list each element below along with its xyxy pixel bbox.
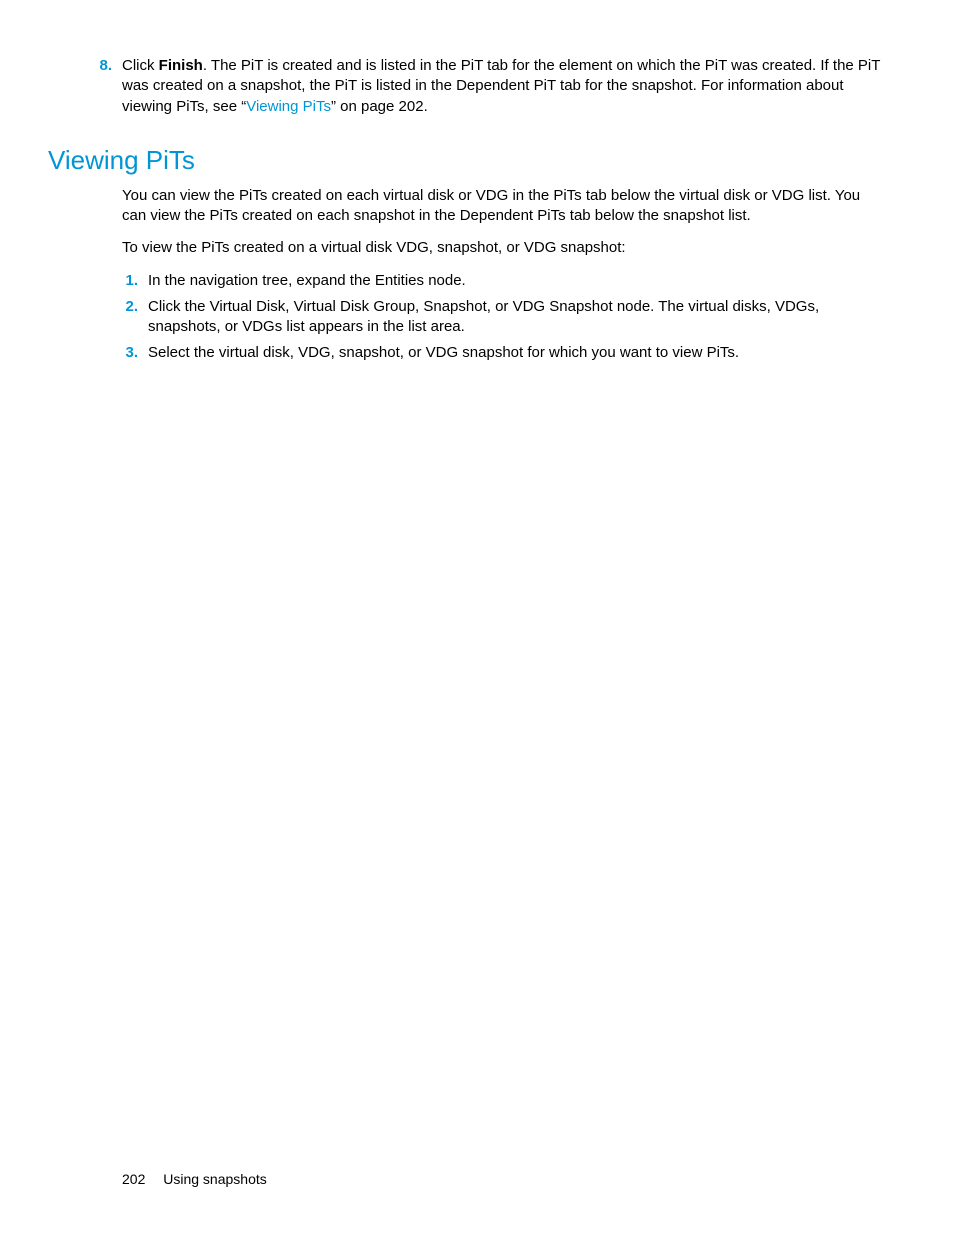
page-content: 8. Click Finish. The PiT is created and … xyxy=(0,0,954,364)
text-fragment: ” on page 202. xyxy=(331,98,428,115)
list-item-2: 2. Click the Virtual Disk, Virtual Disk … xyxy=(122,297,886,338)
bold-text: Finish xyxy=(159,57,203,74)
list-number: 2. xyxy=(122,297,148,317)
section-heading-viewing-pits: Viewing PiTs xyxy=(48,145,906,176)
text-fragment: . The PiT is created and is listed in th… xyxy=(122,57,880,115)
list-number: 3. xyxy=(122,343,148,363)
viewing-pits-link[interactable]: Viewing PiTs xyxy=(246,98,331,115)
list-text: In the navigation tree, expand the Entit… xyxy=(148,271,886,291)
text-fragment: Click xyxy=(122,57,159,74)
list-item-1: 1. In the navigation tree, expand the En… xyxy=(122,271,886,291)
list-number: 8. xyxy=(96,56,122,76)
body-paragraph: You can view the PiTs created on each vi… xyxy=(122,186,886,227)
body-paragraph: To view the PiTs created on a virtual di… xyxy=(122,238,886,258)
list-text: Select the virtual disk, VDG, snapshot, … xyxy=(148,343,886,363)
list-number: 1. xyxy=(122,271,148,291)
list-text: Click Finish. The PiT is created and is … xyxy=(122,56,886,117)
list-text: Click the Virtual Disk, Virtual Disk Gro… xyxy=(148,297,886,338)
page-footer: 202 Using snapshots xyxy=(122,1171,267,1187)
list-item-8: 8. Click Finish. The PiT is created and … xyxy=(122,56,886,117)
footer-section-name: Using snapshots xyxy=(163,1171,267,1187)
list-item-3: 3. Select the virtual disk, VDG, snapsho… xyxy=(122,343,886,363)
page-number: 202 xyxy=(122,1171,145,1187)
